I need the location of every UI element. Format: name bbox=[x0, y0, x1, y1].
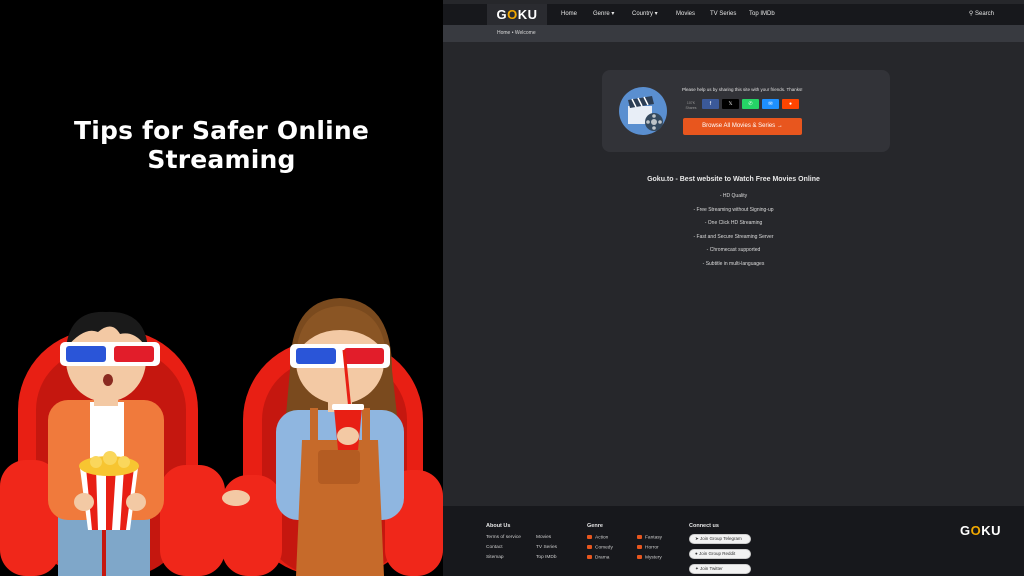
share-x-button[interactable]: 𝕏 bbox=[722, 99, 739, 109]
join-telegram-button[interactable]: ➤ Join Group Telegram bbox=[689, 534, 751, 544]
boy-character bbox=[48, 311, 164, 576]
top-navigation-bar: GOKU Home Genre ▾ Country ▾ Movies TV Se… bbox=[443, 4, 1024, 25]
footer-genre-action[interactable]: Action bbox=[587, 535, 608, 540]
feature-item: - Chromecast supported bbox=[706, 247, 761, 254]
whatsapp-icon: ✆ bbox=[748, 101, 753, 107]
nav-country[interactable]: Country ▾ bbox=[632, 4, 658, 25]
footer-genre-horror[interactable]: Horror bbox=[637, 545, 659, 550]
share-message: Please help us by sharing this site with… bbox=[682, 87, 803, 92]
nav-genre[interactable]: Genre ▾ bbox=[593, 4, 614, 25]
footer-genre-title: Genre bbox=[587, 523, 603, 529]
nav-tv-series[interactable]: TV Series bbox=[710, 4, 736, 25]
facebook-icon: f bbox=[709, 101, 712, 107]
breadcrumb-current: Welcome bbox=[514, 30, 536, 36]
footer-about-title: About Us bbox=[486, 523, 511, 529]
logo-text-end: KU bbox=[981, 523, 1002, 538]
feature-item: - Subtitle in multi-languages bbox=[702, 260, 765, 267]
folder-icon bbox=[637, 535, 642, 539]
breadcrumb: Home • Welcome bbox=[497, 25, 536, 42]
logo-text-start: G bbox=[496, 7, 508, 22]
site-logo[interactable]: GOKU bbox=[487, 4, 547, 25]
page: Tips for Safer Online Streaming GOKU Hom… bbox=[0, 0, 1024, 576]
genre-label: Comedy bbox=[595, 545, 613, 551]
share-reddit-button[interactable]: ● bbox=[782, 99, 799, 109]
banner-title: Tips for Safer Online Streaming bbox=[73, 116, 370, 174]
genre-label: Fantasy bbox=[645, 535, 663, 541]
folder-icon bbox=[587, 555, 592, 559]
folder-icon bbox=[637, 555, 642, 559]
logo-text-end: KU bbox=[517, 7, 538, 22]
folder-icon bbox=[637, 545, 642, 549]
x-icon: 𝕏 bbox=[728, 101, 733, 107]
feature-item: - Fast and Secure Streaming Server bbox=[693, 233, 774, 240]
genre-label: Action bbox=[595, 535, 609, 541]
share-whatsapp-button[interactable]: ✆ bbox=[742, 99, 759, 109]
genre-label: Drama bbox=[595, 555, 610, 561]
kids-watching-3d-movie-illustration bbox=[0, 298, 443, 576]
share-count-value: 107K bbox=[686, 101, 696, 105]
footer-logo[interactable]: GOKU bbox=[960, 523, 1001, 538]
search-button[interactable]: ⚲ Search bbox=[969, 4, 994, 25]
share-counter: 107K Shares bbox=[682, 101, 700, 111]
feature-item: - HD Quality bbox=[719, 193, 748, 199]
breadcrumb-bar: Home • Welcome bbox=[443, 25, 1024, 42]
pill-label: Join Group Reddit bbox=[698, 551, 736, 556]
reddit-icon: ● bbox=[788, 101, 793, 107]
breadcrumb-home[interactable]: Home bbox=[497, 30, 510, 36]
join-twitter-button[interactable]: ✦ Join Twitter bbox=[689, 564, 751, 574]
genre-label: Horror bbox=[645, 545, 659, 551]
share-count-label: Shares bbox=[685, 106, 697, 110]
folder-icon bbox=[587, 545, 592, 549]
search-label: Search bbox=[974, 11, 994, 17]
share-facebook-button[interactable]: f bbox=[702, 99, 719, 109]
features-title: Goku.to - Best website to Watch Free Mov… bbox=[647, 176, 820, 183]
footer-link-contact[interactable]: Contact bbox=[486, 545, 503, 550]
goku-website-screenshot: GOKU Home Genre ▾ Country ▾ Movies TV Se… bbox=[443, 0, 1024, 576]
footer-link-tv-series[interactable]: TV Series bbox=[536, 545, 557, 550]
logo-text-o: O bbox=[507, 7, 518, 22]
logo-text-start: G bbox=[960, 523, 971, 538]
feature-item: - One Click HD Streaming bbox=[704, 220, 763, 227]
messenger-icon: ✉ bbox=[768, 101, 773, 107]
clapperboard-film-reel-icon bbox=[619, 87, 667, 135]
logo-text-o: O bbox=[970, 523, 982, 538]
share-messenger-button[interactable]: ✉ bbox=[762, 99, 779, 109]
footer-link-terms[interactable]: Terms of service bbox=[486, 535, 521, 540]
features-section: Goku.to - Best website to Watch Free Mov… bbox=[443, 176, 1024, 272]
promo-banner: Tips for Safer Online Streaming bbox=[0, 0, 443, 576]
footer-connect-title: Connect us bbox=[689, 523, 719, 529]
site-footer: About Us Terms of service Contact Sitema… bbox=[443, 506, 1024, 576]
genre-label: Mystery bbox=[645, 555, 662, 561]
browse-all-button[interactable]: Browse All Movies & Series → bbox=[683, 118, 802, 135]
footer-genre-mystery[interactable]: Mystery bbox=[637, 555, 662, 560]
pill-label: Join Twitter bbox=[700, 566, 723, 571]
share-card: Please help us by sharing this site with… bbox=[602, 70, 890, 152]
join-reddit-button[interactable]: ● Join Group Reddit bbox=[689, 549, 751, 559]
footer-genre-drama[interactable]: Drama bbox=[587, 555, 609, 560]
footer-link-top-imdb[interactable]: Top IMDb bbox=[536, 555, 557, 560]
folder-icon bbox=[587, 535, 592, 539]
nav-home[interactable]: Home bbox=[561, 4, 577, 25]
footer-genre-comedy[interactable]: Comedy bbox=[587, 545, 613, 550]
pill-label: Join Group Telegram bbox=[700, 536, 742, 541]
footer-link-movies[interactable]: Movies bbox=[536, 535, 551, 540]
nav-top-imdb[interactable]: Top IMDb bbox=[749, 4, 775, 25]
nav-movies[interactable]: Movies bbox=[676, 4, 695, 25]
feature-item: - Free Streaming without Signing-up bbox=[693, 206, 774, 213]
footer-link-sitemap[interactable]: Sitemap bbox=[486, 555, 504, 560]
footer-genre-fantasy[interactable]: Fantasy bbox=[637, 535, 662, 540]
